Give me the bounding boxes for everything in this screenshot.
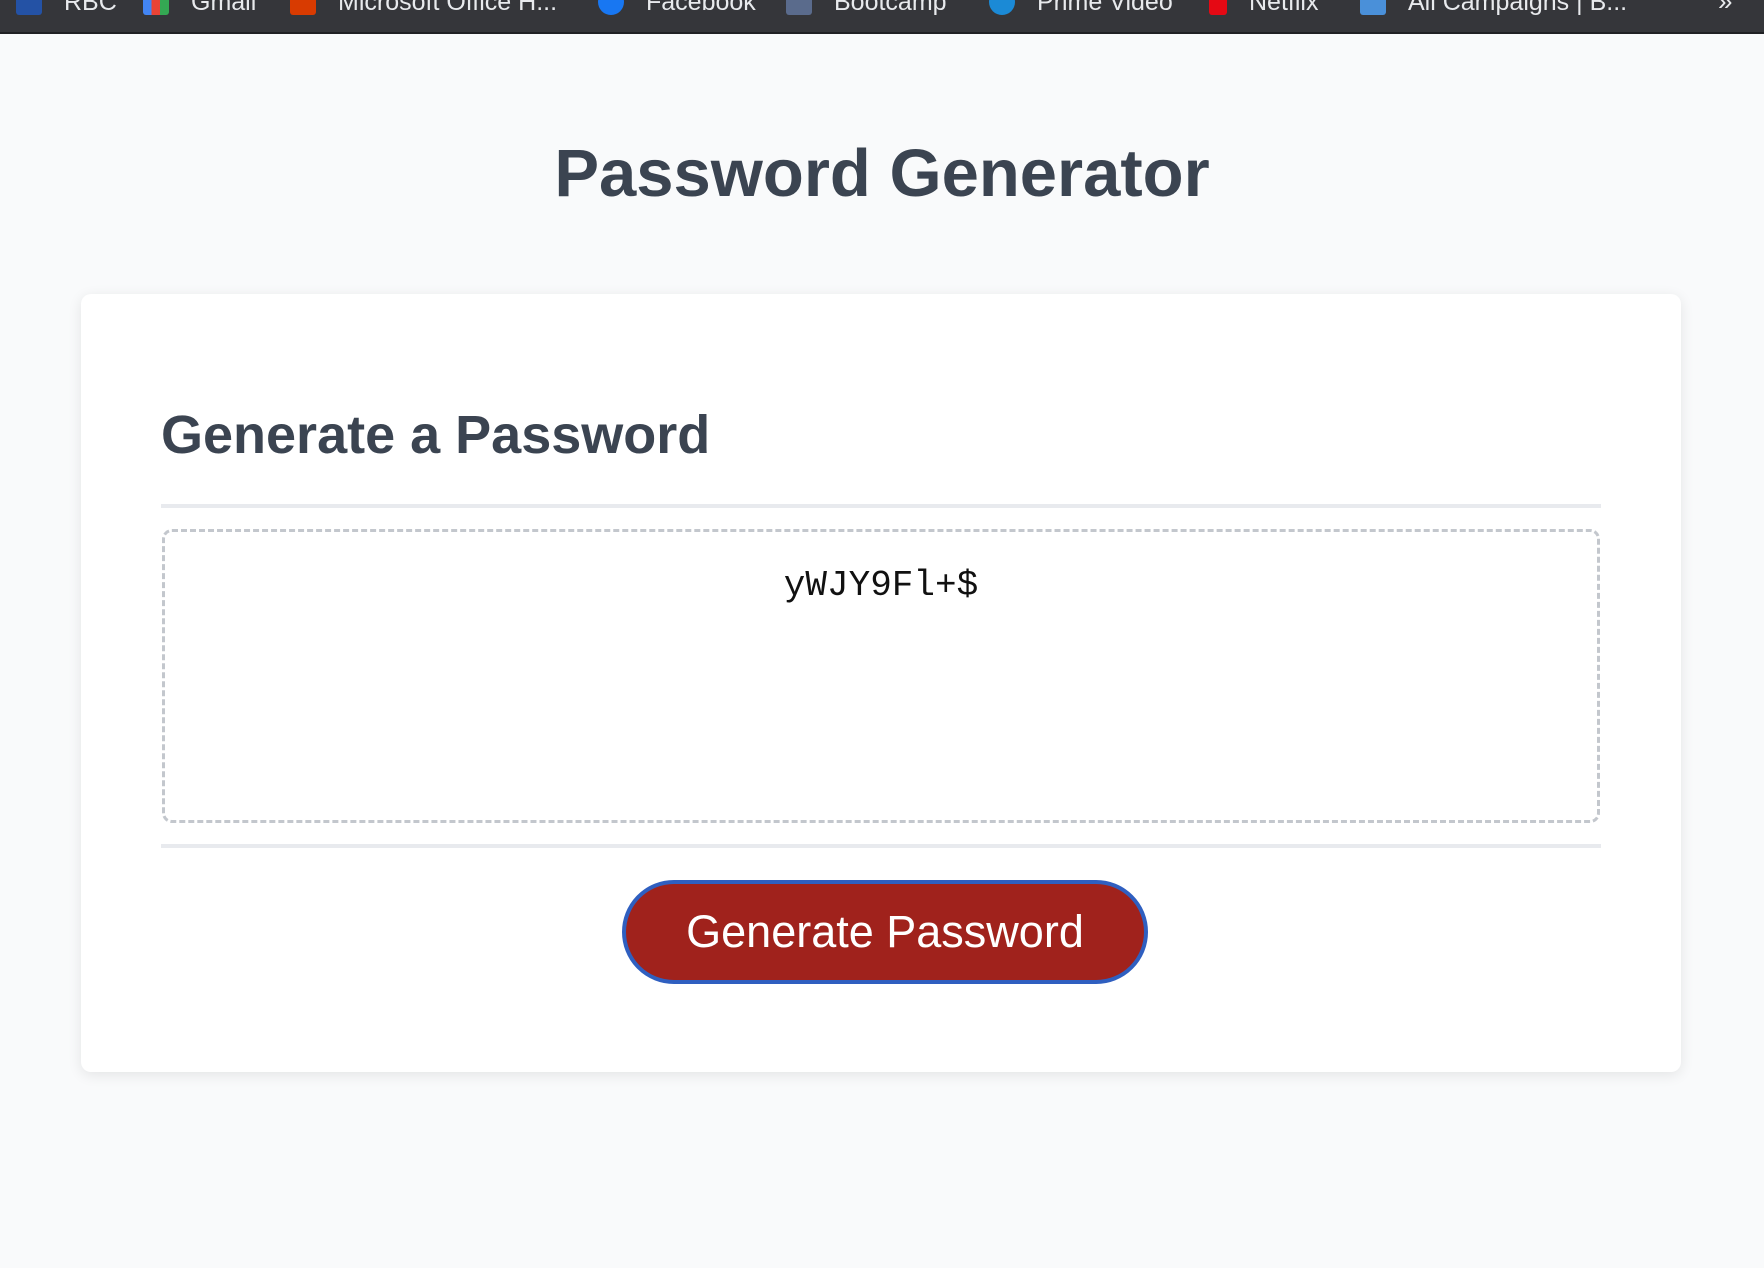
header-divider (161, 504, 1601, 508)
bookmarks-overflow-icon[interactable]: » (1718, 0, 1732, 17)
password-text: yWJY9Fl+$ (783, 565, 979, 606)
rbc-icon (16, 0, 42, 15)
generate-password-button[interactable]: Generate Password (622, 880, 1148, 984)
campaigns-icon (1360, 0, 1386, 15)
bookmark-label: Microsoft Office H... (338, 0, 558, 16)
prime-video-icon (989, 0, 1015, 15)
bookmark-rbc[interactable]: RBC (16, 0, 117, 16)
bookmark-netflix[interactable]: Netflix (1209, 0, 1318, 16)
bookmark-label: All Campaigns | B... (1408, 0, 1628, 16)
bookmark-label: RBC (64, 0, 117, 16)
footer-divider (161, 844, 1601, 848)
bookmark-label: Bootcamp (834, 0, 947, 16)
bookmark-label: Gmail (191, 0, 257, 16)
bootcamp-icon (786, 0, 812, 15)
facebook-icon (598, 0, 624, 15)
bookmarks-bar: RBC Gmail Microsoft Office H... Facebook… (0, 0, 1764, 34)
bookmark-facebook[interactable]: Facebook (598, 0, 756, 16)
bookmark-all-campaigns[interactable]: All Campaigns | B... (1360, 0, 1627, 16)
bookmark-gmail[interactable]: Gmail (143, 0, 256, 16)
bookmark-label: Facebook (646, 0, 756, 16)
card-header: Generate a Password (161, 405, 711, 465)
netflix-icon (1209, 0, 1227, 15)
page-title: Password Generator (554, 136, 1210, 211)
office-icon (290, 0, 316, 15)
bookmark-label: Prime Video (1037, 0, 1173, 16)
bookmark-label: Netflix (1249, 0, 1319, 16)
bookmark-prime-video[interactable]: Prime Video (989, 0, 1173, 16)
password-card: Generate a Password yWJY9Fl+$ Generate P… (81, 294, 1681, 1072)
bookmark-microsoft-office[interactable]: Microsoft Office H... (290, 0, 557, 16)
gmail-icon (143, 0, 169, 15)
password-output[interactable]: yWJY9Fl+$ (162, 529, 1600, 823)
bookmark-bootcamp[interactable]: Bootcamp (786, 0, 947, 16)
